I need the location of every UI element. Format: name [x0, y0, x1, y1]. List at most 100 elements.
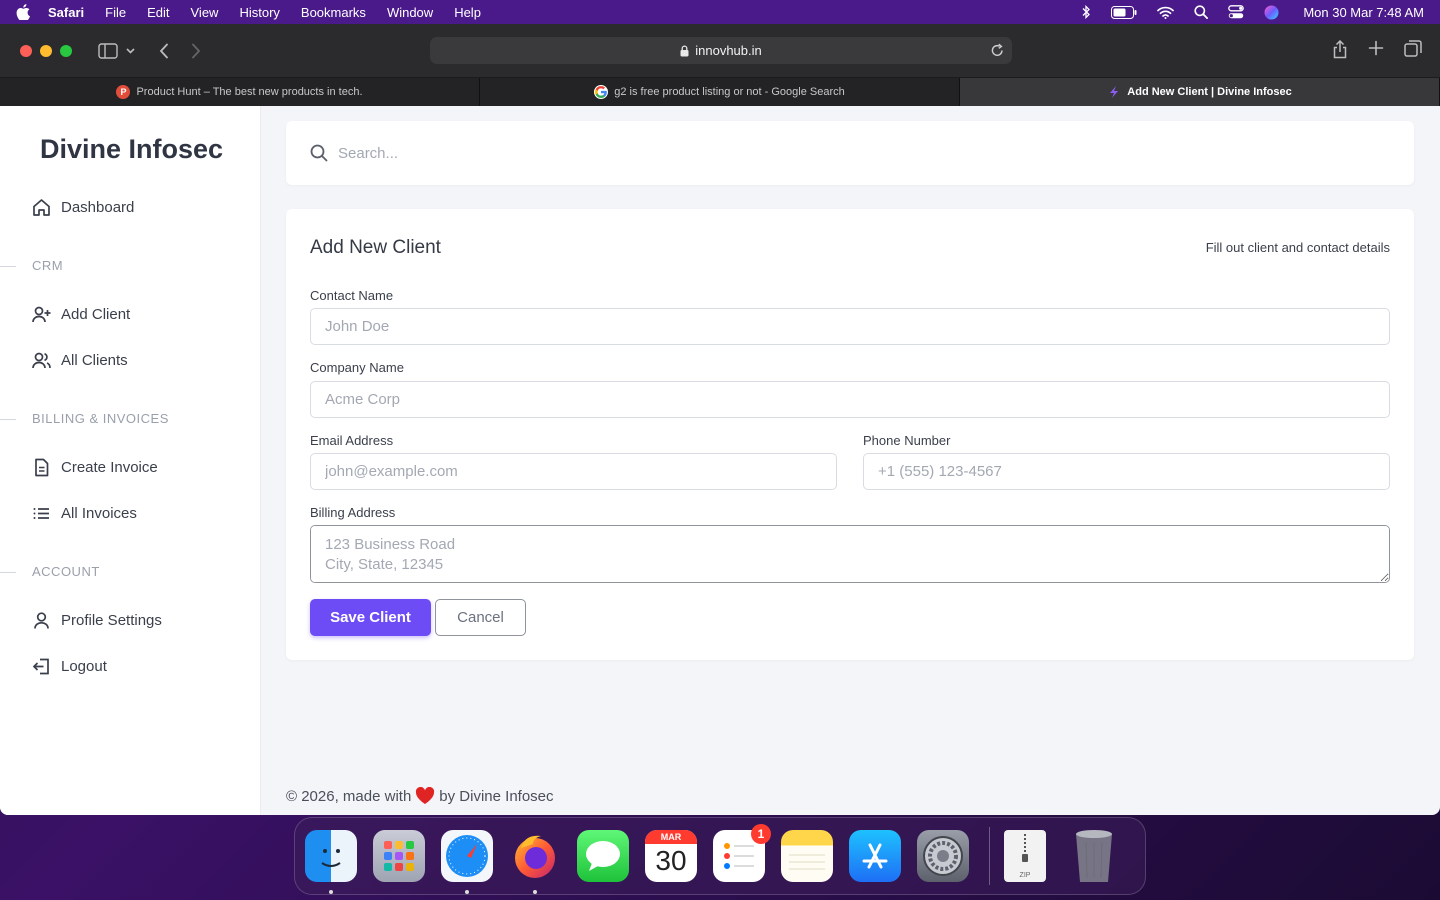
- save-client-button[interactable]: Save Client: [310, 599, 431, 636]
- menu-bar: Safari File Edit View History Bookmarks …: [0, 0, 1440, 24]
- back-icon[interactable]: [159, 43, 169, 59]
- safari-icon[interactable]: [441, 830, 493, 894]
- calendar-day: 30: [655, 845, 687, 876]
- zip-file-icon[interactable]: ZIP: [1004, 830, 1046, 882]
- sidebar-toggle-icon[interactable]: [98, 42, 118, 59]
- sidebar-item-label: Profile Settings: [61, 612, 162, 629]
- notes-icon[interactable]: [781, 830, 833, 882]
- google-favicon-icon: [594, 85, 609, 99]
- sidebar-item-all-clients[interactable]: All Clients: [32, 351, 128, 370]
- tab-bar: P Product Hunt – The best new products i…: [0, 77, 1440, 106]
- sidebar-item-logout[interactable]: Logout: [32, 657, 107, 676]
- trash-icon[interactable]: [1072, 830, 1116, 882]
- bluetooth-icon[interactable]: [1081, 5, 1091, 19]
- tab-add-new-client[interactable]: Add New Client | Divine Infosec: [960, 78, 1440, 106]
- app-store-icon[interactable]: [849, 830, 901, 882]
- home-icon: [33, 199, 50, 216]
- menu-history[interactable]: History: [239, 5, 279, 20]
- contact-name-field[interactable]: [310, 308, 1390, 345]
- reminders-badge: 1: [751, 824, 771, 844]
- menu-window[interactable]: Window: [387, 5, 433, 20]
- email-label: Email Address: [310, 433, 394, 448]
- menu-safari[interactable]: Safari: [48, 5, 84, 20]
- menu-file[interactable]: File: [105, 5, 126, 20]
- sidebar-item-label: All Clients: [61, 352, 128, 369]
- web-page: Divine Infosec Dashboard CRM Add Client …: [0, 106, 1440, 815]
- zip-label: ZIP: [1019, 872, 1031, 879]
- firefox-icon[interactable]: [509, 830, 561, 894]
- sidebar-item-all-invoices[interactable]: All Invoices: [32, 504, 137, 523]
- new-tab-icon[interactable]: [1368, 40, 1384, 64]
- search-input[interactable]: [338, 144, 1238, 162]
- heart-icon: [415, 787, 435, 805]
- phone-label: Phone Number: [863, 433, 951, 448]
- email-field[interactable]: [310, 453, 837, 490]
- reminders-icon[interactable]: 1: [713, 824, 771, 882]
- sidebar-item-label: Logout: [61, 658, 107, 675]
- product-hunt-favicon-icon: P: [116, 85, 131, 99]
- sidebar-item-create-invoice[interactable]: Create Invoice: [32, 458, 158, 477]
- calendar-icon[interactable]: MAR 30: [645, 830, 697, 882]
- sidebar-item-label: Add Client: [61, 306, 131, 323]
- menu-view[interactable]: View: [191, 5, 219, 20]
- phone-field[interactable]: [863, 453, 1390, 490]
- control-center-icon[interactable]: [1228, 5, 1245, 19]
- calendar-month: MAR: [645, 830, 697, 844]
- tab-title: Add New Client | Divine Infosec: [1127, 86, 1292, 98]
- sidebar-item-add-client[interactable]: Add Client: [32, 305, 130, 324]
- finder-icon[interactable]: [305, 830, 357, 894]
- menu-bookmarks[interactable]: Bookmarks: [301, 5, 366, 20]
- cancel-button[interactable]: Cancel: [435, 599, 526, 636]
- menu-edit[interactable]: Edit: [147, 5, 169, 20]
- footer-prefix: © 2026, made with: [286, 787, 412, 805]
- sidebar-item-dashboard[interactable]: Dashboard: [32, 198, 134, 217]
- siri-icon[interactable]: [1264, 5, 1279, 20]
- running-indicator: [533, 890, 537, 894]
- dock: MAR 30 1 ZIP: [294, 817, 1146, 895]
- billing-address-field[interactable]: [310, 525, 1390, 583]
- system-preferences-icon[interactable]: [917, 830, 969, 882]
- minimize-window-button[interactable]: [40, 44, 52, 57]
- page-footer: © 2026, made with by Divine Infosec: [286, 787, 554, 805]
- menubar-clock[interactable]: Mon 30 Mar 7:48 AM: [1303, 5, 1424, 20]
- company-name-field[interactable]: [310, 381, 1390, 418]
- tab-title: g2 is free product listing or not - Goog…: [614, 86, 845, 98]
- running-indicator: [329, 890, 333, 894]
- address-bar[interactable]: innovhub.in: [430, 37, 1012, 64]
- form-title: Add New Client: [310, 237, 441, 258]
- apple-logo-icon[interactable]: [16, 4, 30, 20]
- chevron-down-icon[interactable]: [126, 47, 135, 54]
- user-plus-icon: [32, 306, 51, 323]
- share-icon[interactable]: [1332, 39, 1348, 64]
- add-client-form: Add New Client Fill out client and conta…: [286, 209, 1414, 660]
- menu-help[interactable]: Help: [454, 5, 481, 20]
- forward-icon[interactable]: [191, 43, 201, 59]
- wifi-icon[interactable]: [1157, 6, 1175, 19]
- tab-overview-icon[interactable]: [1404, 40, 1422, 64]
- tab-google-search[interactable]: g2 is free product listing or not - Goog…: [480, 78, 960, 106]
- footer-suffix: by Divine Infosec: [439, 787, 554, 805]
- sidebar-section-billing: BILLING & INVOICES: [0, 411, 169, 426]
- search-bar: [286, 121, 1414, 185]
- launchpad-icon[interactable]: [373, 830, 425, 882]
- tab-product-hunt[interactable]: P Product Hunt – The best new products i…: [0, 78, 480, 106]
- sidebar-item-label: All Invoices: [61, 505, 137, 522]
- sidebar-item-profile-settings[interactable]: Profile Settings: [32, 611, 162, 630]
- spotlight-search-icon[interactable]: [1194, 5, 1209, 19]
- form-subtitle: Fill out client and contact details: [1205, 240, 1390, 255]
- messages-icon[interactable]: [577, 830, 629, 882]
- reload-icon[interactable]: [991, 43, 1004, 57]
- document-icon: [35, 458, 49, 477]
- battery-icon[interactable]: [1111, 5, 1137, 19]
- close-window-button[interactable]: [20, 44, 32, 57]
- list-icon: [33, 508, 49, 519]
- running-indicator: [465, 890, 469, 894]
- zoom-window-button[interactable]: [60, 44, 72, 57]
- company-name-label: Company Name: [310, 360, 404, 375]
- brand-logo-text[interactable]: Divine Infosec: [40, 134, 223, 165]
- search-icon: [310, 144, 328, 162]
- user-icon: [34, 612, 49, 629]
- billing-address-label: Billing Address: [310, 505, 396, 520]
- sidebar-section-account: ACCOUNT: [0, 564, 100, 579]
- contact-name-label: Contact Name: [310, 288, 394, 303]
